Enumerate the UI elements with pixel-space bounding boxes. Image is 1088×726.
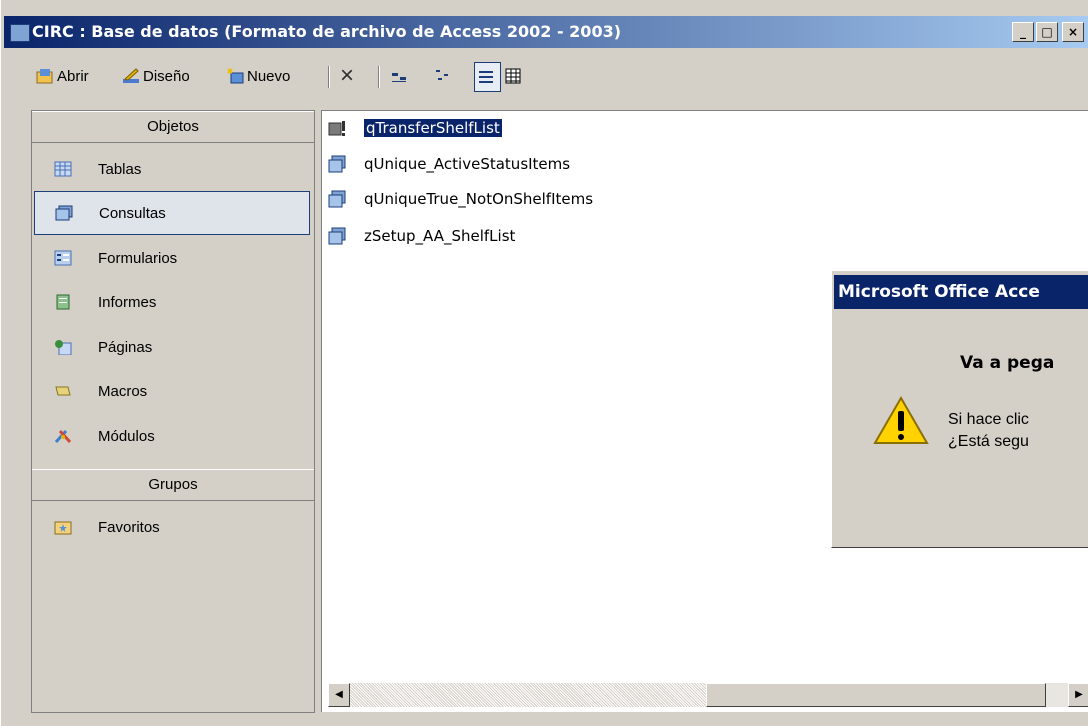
design-button[interactable]: Diseño <box>122 62 190 90</box>
action-query-icon <box>328 119 346 137</box>
sidebar-item-pages[interactable]: Páginas <box>34 327 310 367</box>
sidebar-item-favorites[interactable]: Favoritos <box>34 507 310 547</box>
open-icon <box>36 67 54 85</box>
query-icon <box>328 227 346 245</box>
open-label: Abrir <box>57 67 89 85</box>
new-button[interactable]: Nuevo <box>226 62 290 90</box>
sidebar-item-label: Formularios <box>98 249 178 267</box>
database-icon <box>10 24 30 42</box>
title-bar[interactable]: CIRC : Base de datos (Formato de archivo… <box>4 16 1088 48</box>
module-icon <box>54 428 72 444</box>
delete-icon: × <box>340 62 355 89</box>
list-item-label: qUnique_ActiveStatusItems <box>364 155 571 173</box>
table-icon <box>54 161 72 177</box>
toolbar-separator <box>328 66 330 88</box>
query-icon <box>328 155 346 173</box>
small-icons-button[interactable] <box>434 62 455 90</box>
new-icon <box>226 67 244 85</box>
warning-icon <box>872 395 930 451</box>
sidebar-item-label: Favoritos <box>98 518 160 536</box>
scroll-right-button[interactable]: ▶ <box>1068 683 1088 707</box>
list-item[interactable]: qUnique_ActiveStatusItems <box>328 151 570 177</box>
list-item-label: zSetup_AA_ShelfList <box>364 227 516 245</box>
new-label: Nuevo <box>247 67 291 85</box>
favorites-folder-icon <box>54 519 72 535</box>
sidebar-item-label: Páginas <box>98 338 153 356</box>
window-title: CIRC : Base de datos (Formato de archivo… <box>32 22 622 41</box>
sidebar-item-queries[interactable]: Consultas <box>34 191 310 235</box>
scroll-track[interactable] <box>350 683 706 707</box>
toolbar-separator <box>378 66 380 88</box>
details-view-button[interactable] <box>504 62 525 90</box>
list-item[interactable]: zSetup_AA_ShelfList <box>328 223 515 249</box>
groups-header[interactable]: Grupos <box>32 469 314 501</box>
dialog-heading: Va a pega <box>960 353 1055 373</box>
sidebar-item-label: Consultas <box>99 204 166 222</box>
sidebar-item-label: Macros <box>98 382 148 400</box>
design-label: Diseño <box>143 67 190 85</box>
alert-dialog: Microsoft Office Acce Va a pega Si hace … <box>831 270 1088 548</box>
query-icon <box>55 205 73 221</box>
list-view-button[interactable] <box>474 62 501 92</box>
sidebar-item-reports[interactable]: Informes <box>34 282 310 322</box>
close-button[interactable]: × <box>1062 22 1084 42</box>
page-icon <box>54 339 72 356</box>
objects-bar: Objetos Tablas Consultas Formularios Inf… <box>31 110 315 713</box>
large-icons-button[interactable] <box>390 62 411 90</box>
open-button[interactable]: Abrir <box>36 62 89 90</box>
sidebar-item-label: Informes <box>98 293 157 311</box>
sidebar-item-tables[interactable]: Tablas <box>34 149 310 189</box>
query-icon <box>328 190 346 208</box>
list-item-label: qUniqueTrue_NotOnShelfItems <box>364 190 594 208</box>
details-view-icon <box>504 67 522 85</box>
large-icons-icon <box>390 67 408 85</box>
small-icons-icon <box>434 67 452 85</box>
list-item-label: qTransferShelfList <box>363 118 503 138</box>
list-item[interactable]: qUniqueTrue_NotOnShelfItems <box>328 186 593 212</box>
sidebar-item-forms[interactable]: Formularios <box>34 238 310 278</box>
sidebar-item-modules[interactable]: Módulos <box>34 416 310 456</box>
sidebar-item-macros[interactable]: Macros <box>34 371 310 411</box>
dialog-message-line: Si hace clic <box>948 411 1029 428</box>
delete-button[interactable]: × <box>340 62 354 90</box>
macro-icon <box>54 383 72 399</box>
form-icon <box>54 250 72 266</box>
report-icon <box>54 294 72 310</box>
sidebar-item-label: Módulos <box>98 427 155 445</box>
maximize-button[interactable]: □ <box>1036 22 1058 42</box>
scroll-left-button[interactable]: ◀ <box>328 683 350 707</box>
dialog-message-line: ¿Está segu <box>948 433 1029 450</box>
scroll-thumb[interactable] <box>706 683 1046 707</box>
access-database-window: CIRC : Base de datos (Formato de archivo… <box>0 0 1088 726</box>
toolbar: Abrir Diseño Nuevo × <box>4 58 1088 94</box>
sidebar-item-label: Tablas <box>98 160 142 178</box>
design-icon <box>122 67 140 85</box>
horizontal-scrollbar[interactable]: ◀ ▶ <box>328 683 1088 707</box>
dialog-title[interactable]: Microsoft Office Acce <box>834 275 1088 309</box>
list-view-icon <box>477 68 495 86</box>
minimize-button[interactable]: _ <box>1012 22 1034 42</box>
objects-header[interactable]: Objetos <box>32 111 314 143</box>
list-item[interactable]: qTransferShelfList <box>328 115 503 141</box>
